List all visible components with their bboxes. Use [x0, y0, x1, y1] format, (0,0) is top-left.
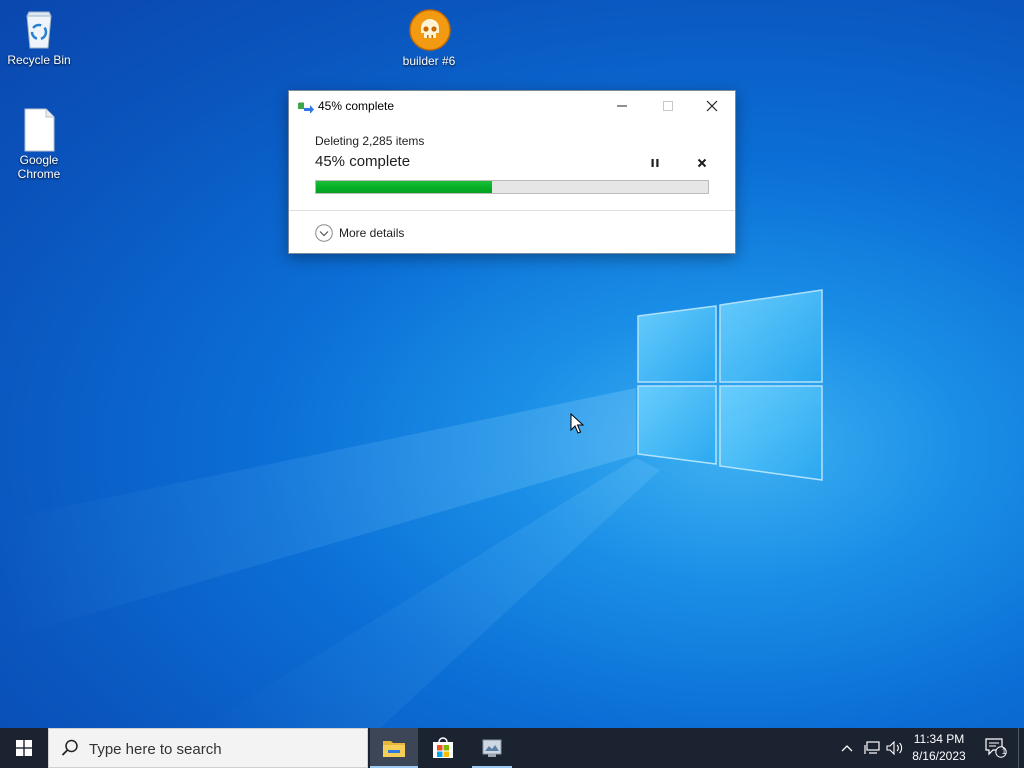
taskbar-clock[interactable]: 11:34 PM 8/16/2023: [904, 731, 974, 765]
desktop-icon-label: Recycle Bin: [7, 53, 71, 67]
windows-wallpaper-logo: [637, 289, 823, 481]
action-center-button[interactable]: 1: [980, 728, 1012, 768]
taskbar-file-explorer[interactable]: [370, 728, 418, 768]
microsoft-store-icon: [433, 737, 453, 758]
minimize-icon: [617, 105, 627, 107]
close-icon: [706, 100, 718, 112]
operation-description: Deleting 2,285 items: [315, 134, 425, 148]
network-icon: [864, 741, 880, 754]
start-button[interactable]: [0, 728, 48, 768]
desktop-icon-google-chrome[interactable]: Google Chrome: [1, 108, 77, 181]
skull-icon: [409, 9, 451, 51]
dialog-title: 45% complete: [318, 99, 395, 113]
delete-progress-dialog: 45% complete Deleting 2,285 items 45% co…: [288, 90, 736, 254]
more-details-button[interactable]: More details: [315, 222, 404, 244]
divider: [289, 210, 735, 211]
pause-button[interactable]: [645, 155, 665, 171]
maximize-icon: [663, 101, 673, 111]
file-operation-icon: [298, 102, 314, 113]
recycle-bin-icon: [19, 8, 59, 50]
chevron-up-icon: [841, 745, 853, 752]
minimize-button[interactable]: [599, 91, 645, 121]
cancel-operation-button[interactable]: [692, 155, 712, 171]
more-details-label: More details: [339, 226, 405, 240]
clock-time: 11:34 PM: [913, 732, 965, 746]
search-input[interactable]: [87, 737, 361, 761]
close-button[interactable]: [689, 91, 735, 121]
progress-status: 45% complete: [315, 153, 411, 170]
progress-bar: [315, 180, 709, 194]
taskbar-microsoft-store[interactable]: [419, 728, 467, 768]
taskbar-search-box[interactable]: [48, 728, 368, 768]
file-explorer-icon: [383, 741, 405, 757]
desktop-icon-recycle-bin[interactable]: Recycle Bin: [1, 8, 77, 67]
chevron-down-icon: [315, 224, 333, 242]
progress-bar-fill: [316, 181, 493, 193]
tray-overflow-button[interactable]: [836, 728, 858, 768]
desktop-icon-builder[interactable]: builder #6: [391, 9, 467, 68]
taskbar-app[interactable]: [468, 728, 516, 768]
notification-count-badge: 1: [1001, 747, 1007, 756]
tray-network[interactable]: [860, 728, 884, 768]
desktop-icon-label: builder #6: [402, 54, 456, 68]
maximize-button[interactable]: [645, 91, 691, 121]
taskbar: 11:34 PM 8/16/2023 1: [0, 728, 1024, 768]
pause-icon: [651, 159, 659, 167]
windows-logo-icon: [16, 740, 32, 756]
volume-icon: [886, 741, 903, 755]
cancel-icon: [697, 158, 707, 168]
blank-file-icon: [19, 108, 59, 152]
app-icon: [482, 739, 502, 757]
mouse-cursor: [570, 413, 584, 434]
tray-volume[interactable]: [884, 728, 906, 768]
desktop-icon-label: Google Chrome: [17, 153, 61, 181]
clock-date: 8/16/2023: [912, 749, 966, 763]
show-desktop-button[interactable]: [1018, 728, 1024, 768]
search-icon: [61, 739, 78, 756]
dialog-titlebar[interactable]: 45% complete: [289, 91, 735, 121]
